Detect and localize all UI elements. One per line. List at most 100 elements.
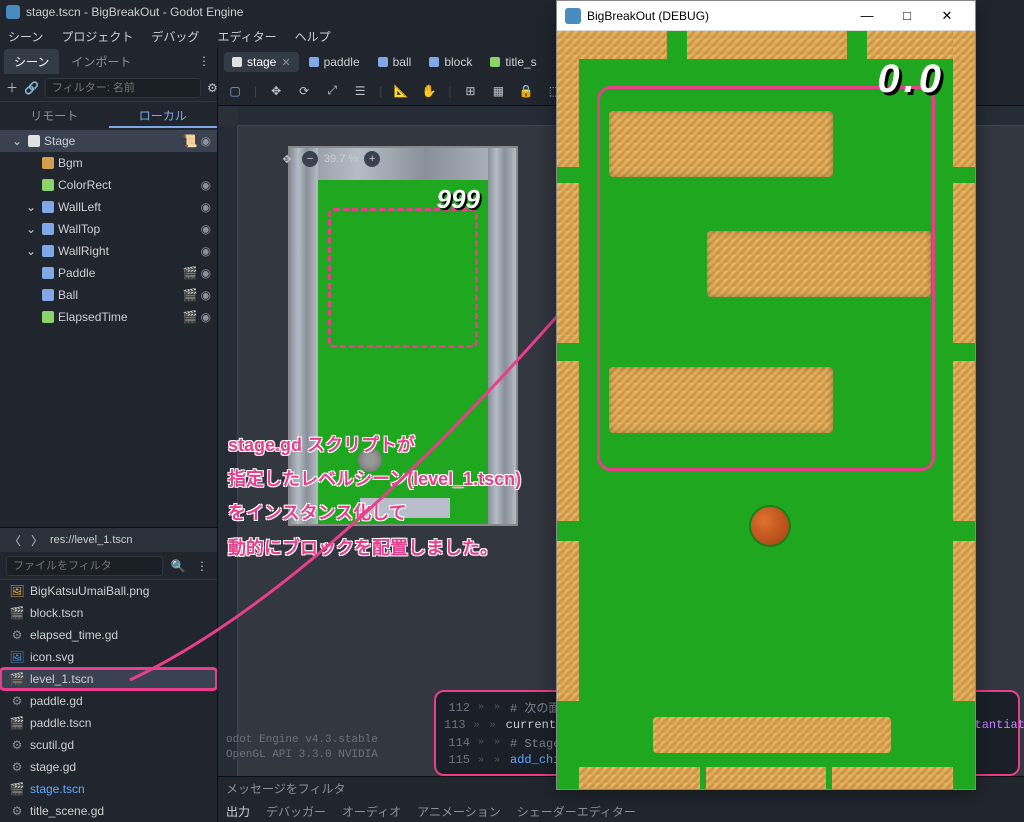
open-scene-tab[interactable]: ball [370,52,420,72]
grid-icon[interactable]: ▦ [489,82,507,100]
tree-node[interactable]: Bgm [0,152,217,174]
dock-options-icon[interactable]: ⋮ [195,52,213,70]
scene-tree[interactable]: ⌄Stage📜◉BgmColorRect◉⌄WallLeft◉⌄WallTop◉… [0,128,217,527]
script-icon[interactable]: 📜 [183,134,198,148]
zoom-in-icon[interactable]: + [364,151,380,167]
game-debug-window[interactable]: BigBreakOut (DEBUG) — □ ✕ 0.0 [556,0,976,790]
tab-audio[interactable]: オーディオ [342,803,401,820]
open-scene-tab[interactable]: block [421,52,480,72]
message-filter-label[interactable]: メッセージをフィルタ [226,780,346,797]
open-scene-icon[interactable]: 🎬 [183,310,198,324]
fs-item[interactable]: ⚙title_scene.gd [0,800,217,822]
visibility-icon[interactable]: ◉ [201,244,211,258]
subtab-remote[interactable]: リモート [0,102,109,128]
tree-node[interactable]: Paddle🎬◉ [0,262,217,284]
visibility-icon[interactable]: ◉ [201,288,211,302]
visibility-icon[interactable]: ◉ [201,266,211,280]
close-tab-icon[interactable]: ✕ [281,56,290,69]
fs-path[interactable]: res://level_1.tscn [50,534,211,546]
tab-animation[interactable]: アニメーション [417,803,501,820]
visibility-icon[interactable]: ◉ [201,200,211,214]
menu-help[interactable]: ヘルプ [295,28,331,45]
fs-item[interactable]: ⚙stage.gd [0,756,217,778]
fs-filter-input[interactable] [6,556,163,576]
expand-icon[interactable]: ⌄ [24,222,38,236]
ruler-tool-icon[interactable]: 📐 [392,82,410,100]
fs-item[interactable]: 🎬level_1.tscn [0,668,217,690]
visibility-icon[interactable]: ◉ [201,310,211,324]
fs-back-icon[interactable]: 〈 [6,531,24,549]
tree-node[interactable]: ⌄WallRight◉ [0,240,217,262]
pan-tool-icon[interactable]: ✋ [420,82,438,100]
zoom-level[interactable]: 39.7 % [324,153,358,165]
list-tool-icon[interactable]: ☰ [351,82,369,100]
node-type-icon [42,223,54,235]
fs-item[interactable]: ⚙elapsed_time.gd [0,624,217,646]
maximize-icon[interactable]: □ [887,2,927,30]
close-icon[interactable]: ✕ [927,2,967,30]
open-scene-tab[interactable]: title_s [482,52,544,72]
game-score: 0.0 [877,57,945,102]
expand-icon[interactable]: ⌄ [24,200,38,214]
open-scene-icon[interactable]: 🎬 [183,288,198,302]
menu-editor[interactable]: エディター [217,28,276,45]
tab-output[interactable]: 出力 [226,803,250,820]
rotate-tool-icon[interactable]: ⟳ [295,82,313,100]
snap-icon[interactable]: ⊞ [461,82,479,100]
move-tool-icon[interactable]: ✥ [267,82,285,100]
annotation-overlay: stage.gd スクリプトが 指定したレベルシーン(level_1.tscn)… [228,428,521,565]
tree-node[interactable]: ColorRect ◉ [0,174,217,196]
tree-node[interactable]: ElapsedTime🎬◉ [0,306,217,328]
fs-item[interactable]: 🖼BigKatsuUmaiBall.png [0,580,217,602]
menu-scene[interactable]: シーン [8,28,43,45]
expand-icon[interactable]: ⌄ [24,244,38,258]
scene-filter-input[interactable] [45,78,201,98]
center-view-icon[interactable]: ✥ [278,150,296,168]
visibility-icon[interactable]: ◉ [201,178,211,192]
search-icon[interactable]: 🔍 [169,557,187,575]
fs-list[interactable]: 🖼BigKatsuUmaiBall.png🎬block.tscn⚙elapsed… [0,580,217,822]
fs-item[interactable]: ⚙scutil.gd [0,734,217,756]
instance-scene-icon[interactable]: 🔗 [24,79,39,97]
fs-item[interactable]: 🖼icon.svg [0,646,217,668]
version-info: odot Engine v4.3.stable OpenGL API 3.3.0… [218,729,386,766]
visibility-icon[interactable]: ◉ [201,222,211,236]
menu-project[interactable]: プロジェクト [61,28,133,45]
scale-tool-icon[interactable]: ⤢ [323,82,341,100]
zoom-out-icon[interactable]: − [302,151,318,167]
lock-icon[interactable]: 🔒 [517,82,535,100]
menu-debug[interactable]: デバッグ [151,28,199,45]
fs-item[interactable]: ⚙paddle.gd [0,690,217,712]
file-icon: 🎬 [10,606,24,620]
tree-node[interactable]: ⌄WallLeft◉ [0,196,217,218]
tree-node[interactable]: Ball🎬◉ [0,284,217,306]
fs-options-icon[interactable]: ⋮ [193,557,211,575]
open-scene-tab[interactable]: stage✕ [224,52,299,72]
tree-node[interactable]: ⌄Stage📜◉ [0,130,217,152]
select-tool-icon[interactable]: ▢ [226,82,244,100]
open-scene-tab[interactable]: paddle [301,52,368,72]
window-title: stage.tscn - BigBreakOut - Godot Engine [26,5,243,19]
subtab-local[interactable]: ローカル [109,102,218,128]
tab-type-icon [232,57,242,67]
game-canvas[interactable]: 0.0 [557,31,975,789]
tree-node[interactable]: ⌄WallTop◉ [0,218,217,240]
add-node-icon[interactable]: ＋ [6,79,18,97]
open-scene-icon[interactable]: 🎬 [183,266,198,280]
fs-fwd-icon[interactable]: 〉 [28,531,46,549]
tab-debugger[interactable]: デバッガー [266,803,326,820]
tab-shader[interactable]: シェーダーエディター [517,803,636,820]
node-label: ColorRect [58,178,111,192]
filter-options-icon[interactable]: ⚙ [207,79,218,97]
tab-scene[interactable]: シーン [4,49,59,74]
game-titlebar[interactable]: BigBreakOut (DEBUG) — □ ✕ [557,1,975,31]
visibility-icon[interactable]: ◉ [201,134,211,148]
fs-item[interactable]: 🎬stage.tscn [0,778,217,800]
expand-icon[interactable]: ⌄ [10,134,24,148]
tab-import[interactable]: インポート [61,49,141,74]
tab-type-icon [429,57,439,67]
minimize-icon[interactable]: — [847,2,887,30]
fs-item[interactable]: 🎬paddle.tscn [0,712,217,734]
file-name: elapsed_time.gd [30,628,118,642]
fs-item[interactable]: 🎬block.tscn [0,602,217,624]
